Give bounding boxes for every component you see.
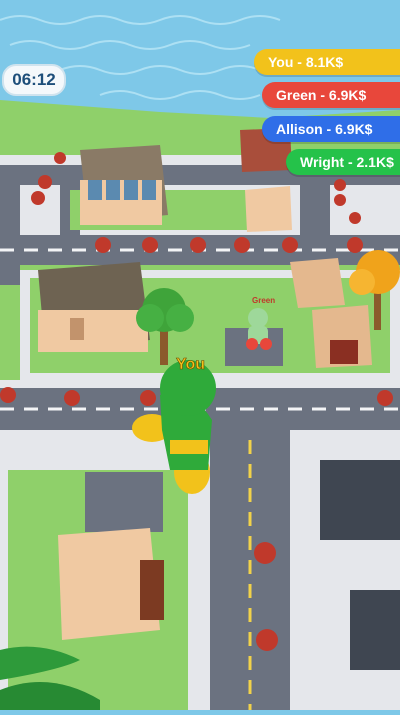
- leaderboard-label: Allison - 6.9K$: [276, 121, 373, 137]
- building-lower-left: [58, 528, 164, 640]
- leaderboard-row-wright: Wright - 2.1K$: [286, 149, 400, 175]
- match-timer: 06:12: [2, 64, 66, 96]
- leaderboard-label: Green - 6.9K$: [276, 87, 367, 103]
- building-right-1: [290, 258, 345, 308]
- building-right-2: [312, 305, 372, 368]
- leaderboard-row-green: Green - 6.9K$: [262, 82, 400, 108]
- leaderboard-label: You - 8.1K$: [268, 54, 344, 70]
- leaderboard-label: Wright - 2.1K$: [300, 154, 394, 170]
- leaderboard-row-allison: Allison - 6.9K$: [262, 116, 400, 142]
- building-top-left: [80, 145, 168, 225]
- building-mid-left: [38, 262, 150, 352]
- player-name-tag: You: [176, 356, 206, 374]
- game-scene[interactable]: 06:12 You - 8.1K$ Green - 6.9K$ Allison …: [0, 0, 400, 710]
- rival-name-tag: Green: [252, 296, 276, 305]
- leaderboard-row-you: You - 8.1K$: [254, 49, 400, 75]
